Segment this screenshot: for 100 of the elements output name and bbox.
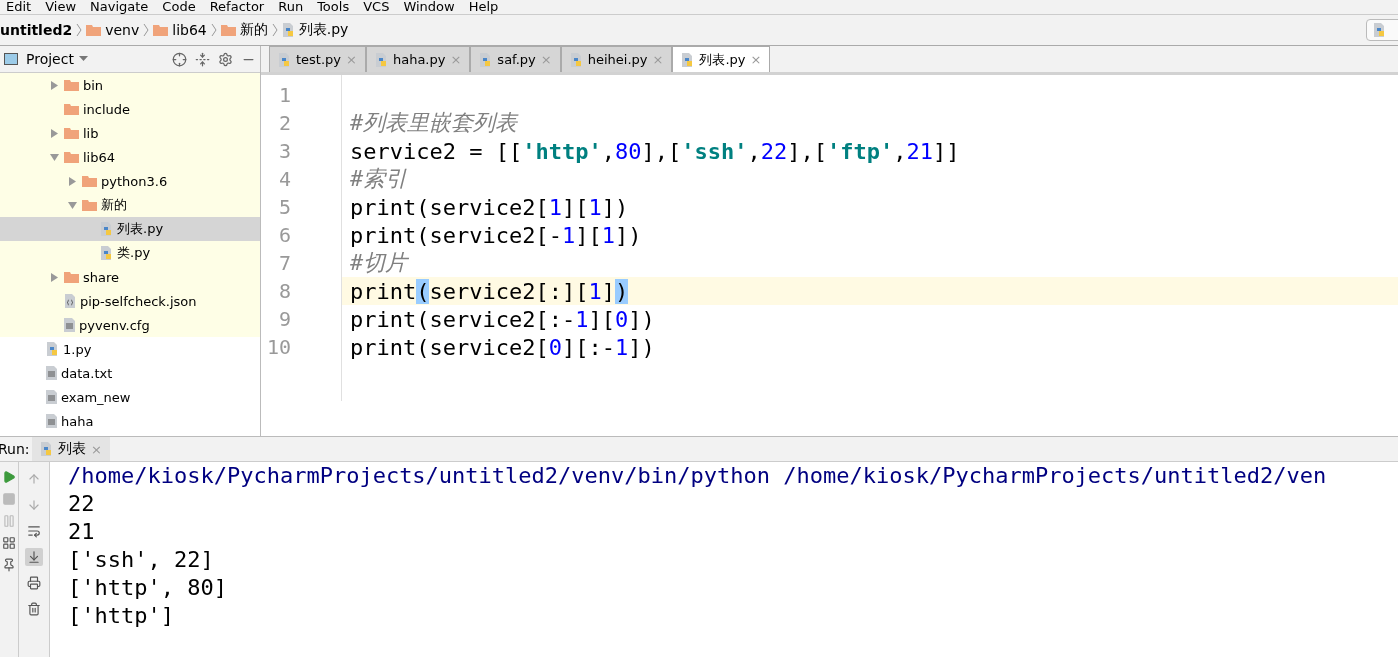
menu-item[interactable]: Help [468,0,499,14]
code-token: ]) [614,222,642,248]
breadcrumb[interactable]: 列表.py [281,21,349,39]
command-line: /home/kiosk/PycharmProjects/untitled2/venv/bin/python /home/kiosk/PycharmProjects/untitled2/ven [68,462,1327,490]
line-number: 7 [277,250,292,277]
editor-tab[interactable]: saf.py × [470,46,561,72]
menu-item[interactable]: Refactor [209,0,265,14]
folder-icon [64,103,79,115]
file-name: 列表.py [117,220,164,238]
menu-item[interactable]: Code [162,0,196,14]
tree-item[interactable]: pyvenv.cfg [0,313,260,337]
settings-icon[interactable] [218,51,233,67]
breadcrumb[interactable]: 新的 [220,21,268,39]
tree-item[interactable]: bin [0,73,260,97]
scroll-to-end-button[interactable] [25,548,43,566]
code-token: 'ssh' [681,138,748,164]
line-number: 9 [277,306,292,333]
expanded-arrow-icon[interactable] [49,152,59,162]
code-token: , [601,138,615,164]
menu-item[interactable]: VCS [363,0,390,14]
code-token: , [893,138,907,164]
run-configuration-button[interactable] [1366,19,1398,41]
menu-item[interactable]: Tools [317,0,350,14]
tree-item[interactable]: 类.py [0,241,260,265]
scroll-to-end-icon [27,550,41,564]
code-token: , [747,138,761,164]
tree-item[interactable]: python3.6 [0,169,260,193]
code-token: 'ftp' [826,138,894,164]
collapsed-arrow-icon[interactable] [67,176,77,186]
layout-icon[interactable] [2,536,16,550]
tree-item[interactable]: include [0,97,260,121]
run-icon[interactable] [2,470,16,484]
code-token: 0 [614,306,629,332]
chevron-icon [143,23,150,37]
file-name: haha [61,413,94,429]
caret-icon [78,56,88,62]
trash-icon[interactable] [27,602,41,616]
tree-item[interactable]: data.txt [0,361,260,385]
tree-item[interactable]: pip-selfcheck.json [0,289,260,313]
code-token: ][ [588,306,615,332]
menu-item[interactable]: View [45,0,77,14]
run-tab[interactable]: 列表 × [32,437,110,461]
file-name: lib64 [83,149,116,165]
code-token: #索引 [350,165,408,193]
menu-item[interactable]: Edit [6,0,32,14]
tree-item[interactable]: 列表.py [0,217,260,241]
code-token: 1 [588,194,602,220]
file-name: pyvenv.cfg [79,317,150,333]
python-file-icon [281,23,295,37]
tree-item[interactable]: haha [0,409,260,433]
output-line: 22 [68,490,96,518]
line-number: 3 [277,138,292,165]
tree-item[interactable]: lib64 [0,145,260,169]
collapsed-arrow-icon[interactable] [49,272,59,282]
folder-icon [86,24,102,36]
menu-item[interactable]: Navigate [90,0,149,14]
editor-tab[interactable]: test.py × [269,46,366,72]
expanded-arrow-icon[interactable] [67,200,77,210]
line-number: 4 [277,166,292,193]
tree-item[interactable]: 1.py [0,337,260,361]
menu-item[interactable]: Run [278,0,304,14]
text-file-icon [64,318,75,332]
editor-tab[interactable]: heihei.py × [560,46,673,72]
folder-icon [82,199,97,211]
locate-icon[interactable] [172,51,187,67]
python-file-icon [100,246,113,260]
code-token: ],[ [787,138,827,164]
code-token: service2[:][ [429,278,589,304]
line-number: 1 [277,82,292,109]
stop-icon[interactable] [2,492,16,506]
file-name: share [83,269,120,285]
collapse-icon[interactable] [195,51,210,67]
code-token: ) [614,278,629,304]
file-name: lib [83,125,99,141]
code-token: ][:- [561,334,615,360]
run-label: Run: [0,441,31,457]
chevron-icon [76,23,83,37]
collapsed-arrow-icon[interactable] [49,80,59,90]
menu-item[interactable]: Window [403,0,455,14]
code-token: 1 [575,306,589,332]
tree-item[interactable]: lib [0,121,260,145]
soft-wrap-icon[interactable] [27,524,41,538]
code-token: print(service2[- [350,222,562,248]
breadcrumb[interactable]: venv [86,22,140,38]
file-name: python3.6 [101,173,168,189]
print-icon[interactable] [27,576,41,590]
collapsed-arrow-icon[interactable] [49,128,59,138]
output-line: ['ssh', 22] [68,546,215,574]
breadcrumb[interactable]: untitled2 [0,22,73,38]
output-line: ['http', 80] [68,574,228,602]
pin-icon[interactable] [2,558,16,572]
file-name: 新的 [101,196,127,214]
tree-item[interactable]: exam_new [0,385,260,409]
editor-tab[interactable]: 列表.py × [672,46,771,72]
tree-item[interactable]: 新的 [0,193,260,217]
text-file-icon [46,390,57,404]
breadcrumb[interactable]: lib64 [153,22,207,38]
python-file-icon [46,342,59,356]
tree-item[interactable]: share [0,265,260,289]
editor-tab[interactable]: haha.py × [365,46,471,72]
